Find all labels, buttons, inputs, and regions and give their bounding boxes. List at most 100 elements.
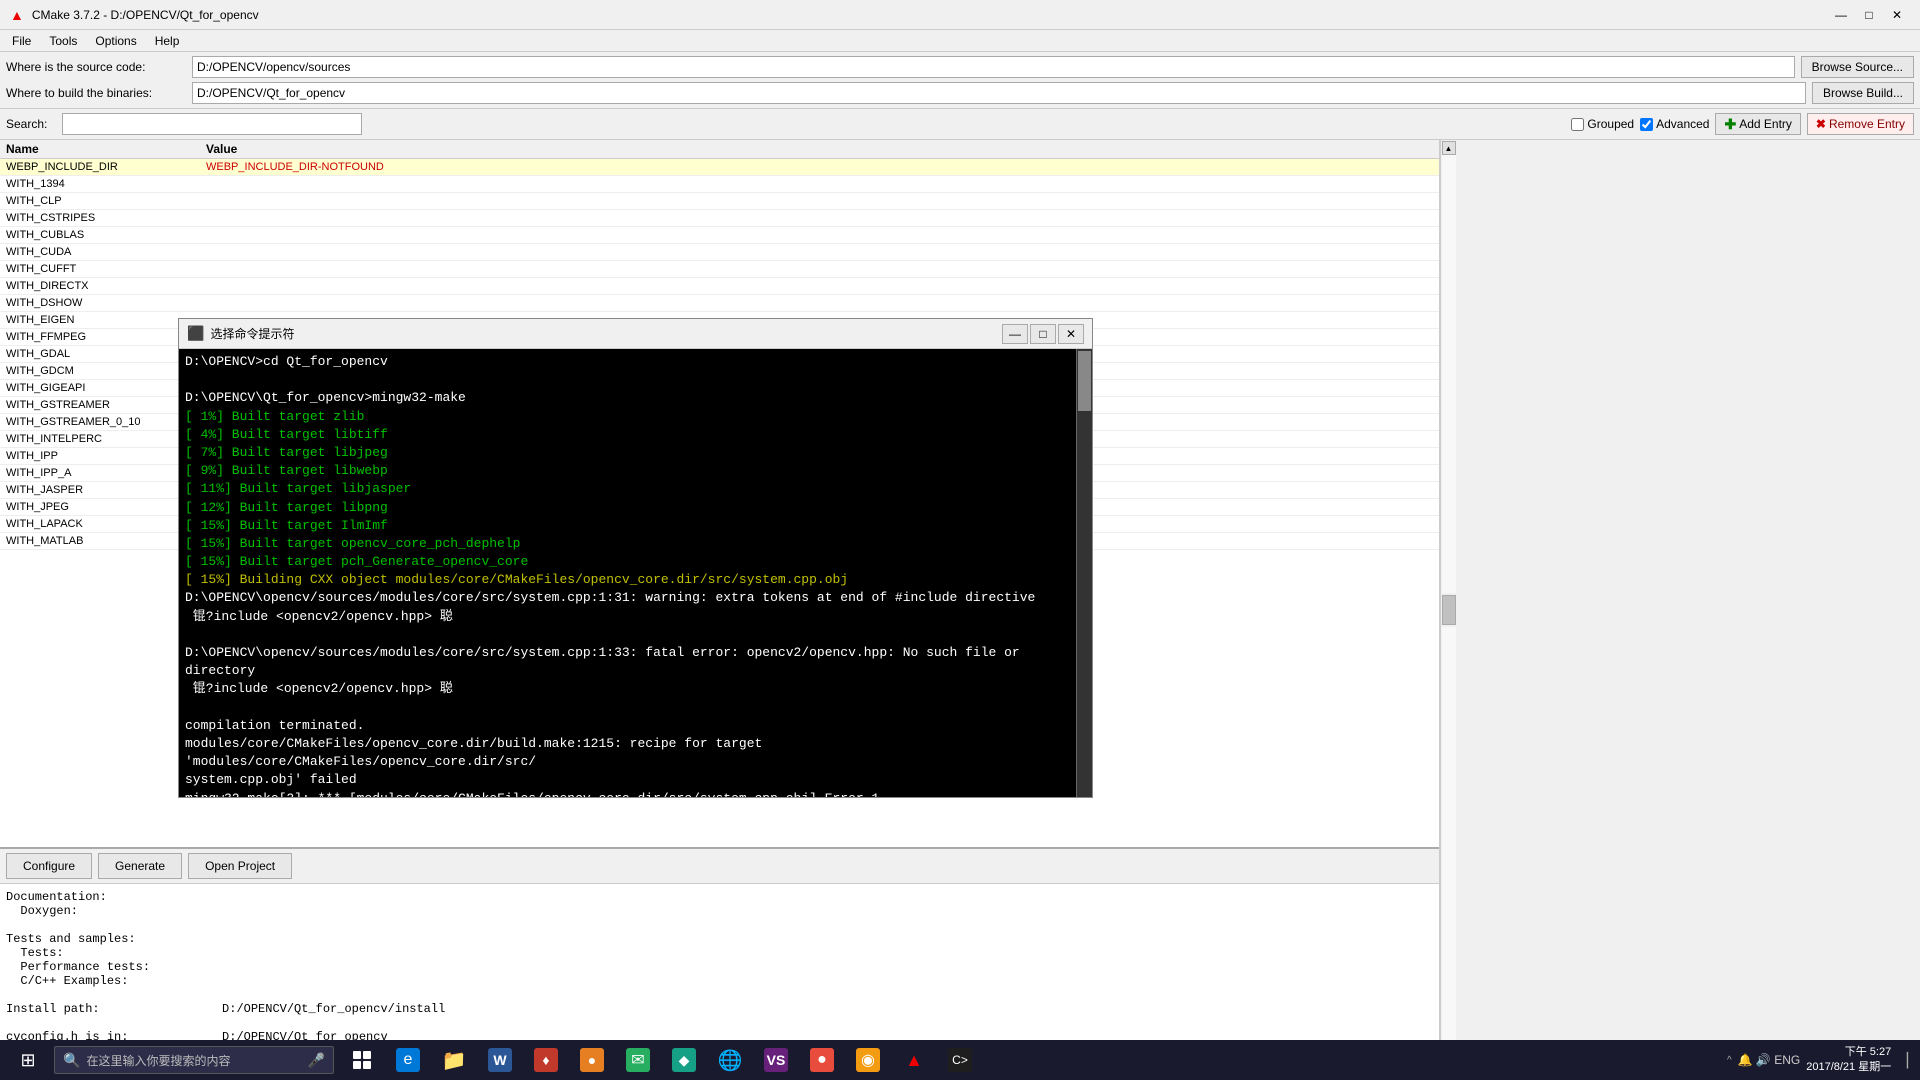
terminal-scrollbar[interactable]	[1076, 349, 1092, 797]
x-icon: ✖	[1816, 117, 1826, 131]
search-input[interactable]	[62, 113, 362, 135]
build-input[interactable]	[192, 82, 1806, 104]
advanced-checkbox[interactable]	[1640, 118, 1653, 131]
t-line: D:\OPENCV\Qt_for_opencv>mingw32-make	[185, 389, 1074, 407]
toolbar: Where is the source code: Browse Source.…	[0, 52, 1920, 109]
cache-row-directx[interactable]: WITH_DIRECTX	[0, 278, 1439, 295]
taskbar-app5[interactable]: ♦	[524, 1042, 568, 1078]
t-line: [ 7%] Built target libjpeg	[185, 444, 1074, 462]
taskbar-chrome[interactable]: 🌐	[708, 1042, 752, 1078]
app-content: Where is the source code: Browse Source.…	[0, 52, 1920, 1080]
cache-row-cublas[interactable]: WITH_CUBLAS	[0, 227, 1439, 244]
tray-expand[interactable]: ^	[1727, 1055, 1732, 1066]
source-label: Where is the source code:	[6, 60, 186, 74]
menu-options[interactable]: Options	[87, 32, 144, 50]
menu-file[interactable]: File	[4, 32, 39, 50]
t-line: [ 15%] Built target opencv_core_pch_deph…	[185, 535, 1074, 553]
edge-icon: e	[396, 1048, 420, 1072]
add-entry-button[interactable]: ✚ Add Entry	[1715, 113, 1800, 135]
title-bar-title: CMake 3.7.2 - D:/OPENCV/Qt_for_opencv	[32, 8, 259, 22]
chrome-icon: 🌐	[718, 1048, 742, 1072]
log-line	[6, 1016, 1433, 1030]
taskbar-cmake[interactable]: ▲	[892, 1042, 936, 1078]
browse-source-button[interactable]: Browse Source...	[1801, 56, 1914, 78]
taskbar-app6[interactable]: ●	[570, 1042, 614, 1078]
log-line: Install path: D:/OPENCV/Qt_for_opencv/in…	[6, 1002, 1433, 1016]
log-line: Doxygen:	[6, 904, 1433, 918]
grouped-checkbox-label[interactable]: Grouped	[1571, 117, 1634, 131]
minimize-button[interactable]: —	[1828, 5, 1854, 25]
menu-tools[interactable]: Tools	[41, 32, 85, 50]
cache-row-webp[interactable]: WEBP_INCLUDE_DIR WEBP_INCLUDE_DIR-NOTFOU…	[0, 159, 1439, 176]
cmake-icon: ▲	[902, 1048, 926, 1072]
taskbar-edge[interactable]: e	[386, 1042, 430, 1078]
taskbar-vs[interactable]: VS	[754, 1042, 798, 1078]
t-line	[185, 371, 1074, 389]
taskbar-app8[interactable]: ◆	[662, 1042, 706, 1078]
log-line: C/C++ Examples:	[6, 974, 1433, 988]
cache-row-cstripes[interactable]: WITH_CSTRIPES	[0, 210, 1439, 227]
cache-row-clp[interactable]: WITH_CLP	[0, 193, 1439, 210]
t-line: system.cpp.obj' failed	[185, 771, 1074, 789]
advanced-checkbox-label[interactable]: Advanced	[1640, 117, 1709, 131]
app6-icon: ●	[580, 1048, 604, 1072]
start-button[interactable]: ⊞	[4, 1042, 52, 1078]
taskbar-app12[interactable]: ◉	[846, 1042, 890, 1078]
t-line: [ 9%] Built target libwebp	[185, 462, 1074, 480]
t-line: [ 15%] Built target IlmImf	[185, 517, 1074, 535]
vs-icon: VS	[764, 1048, 788, 1072]
taskbar-word[interactable]: W	[478, 1042, 522, 1078]
log-line	[6, 918, 1433, 932]
v-scrollbar[interactable]: ▲ ▼	[1440, 140, 1456, 1080]
explorer-icon: 📁	[442, 1048, 466, 1072]
app12-icon: ◉	[856, 1048, 880, 1072]
generate-button[interactable]: Generate	[98, 853, 182, 879]
terminal-close[interactable]: ✕	[1058, 324, 1084, 344]
maximize-button[interactable]: □	[1856, 5, 1882, 25]
browse-build-button[interactable]: Browse Build...	[1812, 82, 1914, 104]
cache-row-cuda[interactable]: WITH_CUDA	[0, 244, 1439, 261]
configure-button[interactable]: Configure	[6, 853, 92, 879]
tray-time-display: 下午 5:27	[1806, 1045, 1891, 1060]
taskbar: ⊞ 🔍 在这里输入你要搜索的内容 🎤 e 📁 W	[0, 1040, 1920, 1080]
t-line: D:\OPENCV\opencv/sources/modules/core/sr…	[185, 644, 1074, 680]
t-line: D:\OPENCV>cd Qt_for_opencv	[185, 353, 1074, 371]
menu-help[interactable]: Help	[147, 32, 188, 50]
taskbar-task-view[interactable]	[340, 1042, 384, 1078]
terminal-body: D:\OPENCV>cd Qt_for_opencv D:\OPENCV\Qt_…	[179, 349, 1092, 797]
t-line: mingw32-make[2]: *** [modules/core/CMake…	[185, 790, 1074, 798]
grouped-checkbox[interactable]	[1571, 118, 1584, 131]
app11-icon: ●	[810, 1048, 834, 1072]
show-desktop-btn[interactable]: ▕	[1897, 1052, 1908, 1069]
terminal-minimize[interactable]: —	[1002, 324, 1028, 344]
terminal-scroll-thumb[interactable]	[1078, 351, 1091, 411]
remove-entry-button[interactable]: ✖ Remove Entry	[1807, 113, 1914, 135]
build-label: Where to build the binaries:	[6, 86, 186, 100]
taskbar-search[interactable]: 🔍 在这里输入你要搜索的内容 🎤	[54, 1046, 334, 1074]
app5-icon: ♦	[534, 1048, 558, 1072]
close-button[interactable]: ✕	[1884, 5, 1910, 25]
source-input[interactable]	[192, 56, 1795, 78]
menu-bar: File Tools Options Help	[0, 30, 1920, 52]
t-line: D:\OPENCV\opencv/sources/modules/core/sr…	[185, 589, 1074, 607]
taskbar-app11[interactable]: ●	[800, 1042, 844, 1078]
cache-row-dshow[interactable]: WITH_DSHOW	[0, 295, 1439, 312]
cache-row-1394[interactable]: WITH_1394	[0, 176, 1439, 193]
t-line: [ 15%] Building CXX object modules/core/…	[185, 571, 1074, 589]
t-line: [ 4%] Built target libtiff	[185, 426, 1074, 444]
microphone-icon: 🎤	[308, 1052, 325, 1069]
t-line: modules/core/CMakeFiles/opencv_core.dir/…	[185, 735, 1074, 771]
word-icon: W	[488, 1048, 512, 1072]
cache-row-cufft[interactable]: WITH_CUFFT	[0, 261, 1439, 278]
app8-icon: ◆	[672, 1048, 696, 1072]
tray-date-display: 2017/8/21 星期一	[1806, 1060, 1891, 1075]
open-project-button[interactable]: Open Project	[188, 853, 292, 879]
taskbar-terminal[interactable]: C>	[938, 1042, 982, 1078]
terminal-maximize[interactable]: □	[1030, 324, 1056, 344]
taskbar-mail[interactable]: ✉	[616, 1042, 660, 1078]
log-line	[6, 988, 1433, 1002]
t-line: 锟?include <opencv2/opencv.hpp> 聪	[185, 680, 1074, 698]
t-line: [ 11%] Built target libjasper	[185, 480, 1074, 498]
taskbar-explorer[interactable]: 📁	[432, 1042, 476, 1078]
t-line: [ 15%] Built target pch_Generate_opencv_…	[185, 553, 1074, 571]
